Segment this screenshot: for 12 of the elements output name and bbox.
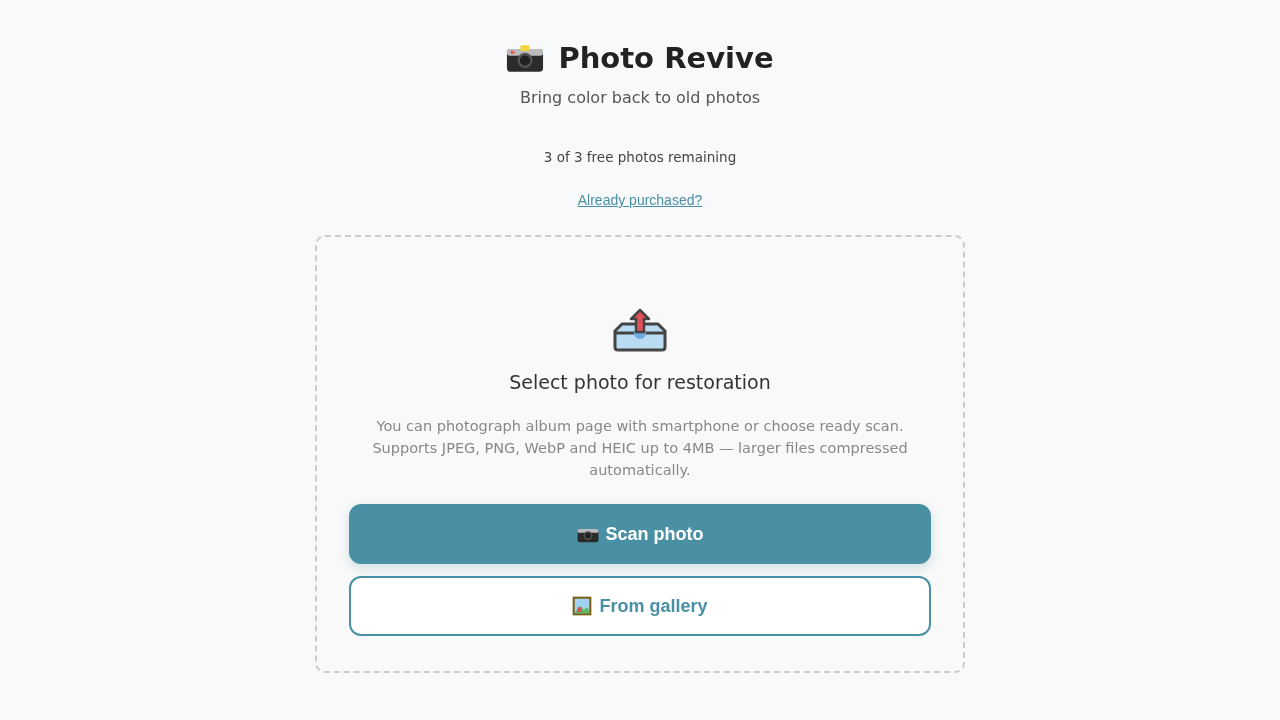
gallery-button[interactable]: From gallery bbox=[349, 576, 931, 636]
upload-tray-icon bbox=[612, 307, 668, 353]
framed-picture-icon bbox=[572, 596, 593, 616]
app-title: Photo Revive bbox=[558, 40, 774, 77]
already-purchased-link[interactable]: Already purchased? bbox=[577, 192, 703, 208]
scan-photo-button[interactable]: Scan photo bbox=[349, 504, 931, 564]
upload-dropzone[interactable] bbox=[315, 235, 965, 673]
dropzone-heading: Select photo for restoration bbox=[509, 371, 771, 393]
camera-icon bbox=[506, 43, 545, 73]
dropzone-description: You can photograph album page with smartphone or choose ready scan. Supports JPEG, PNG, WebP and HEIC up to 4MB — larger files compressed automatically. bbox=[371, 417, 909, 480]
quota-text: 3 of 3 free photos remaining bbox=[543, 149, 737, 165]
app-subtitle: Bring color back to old photos bbox=[519, 88, 761, 107]
